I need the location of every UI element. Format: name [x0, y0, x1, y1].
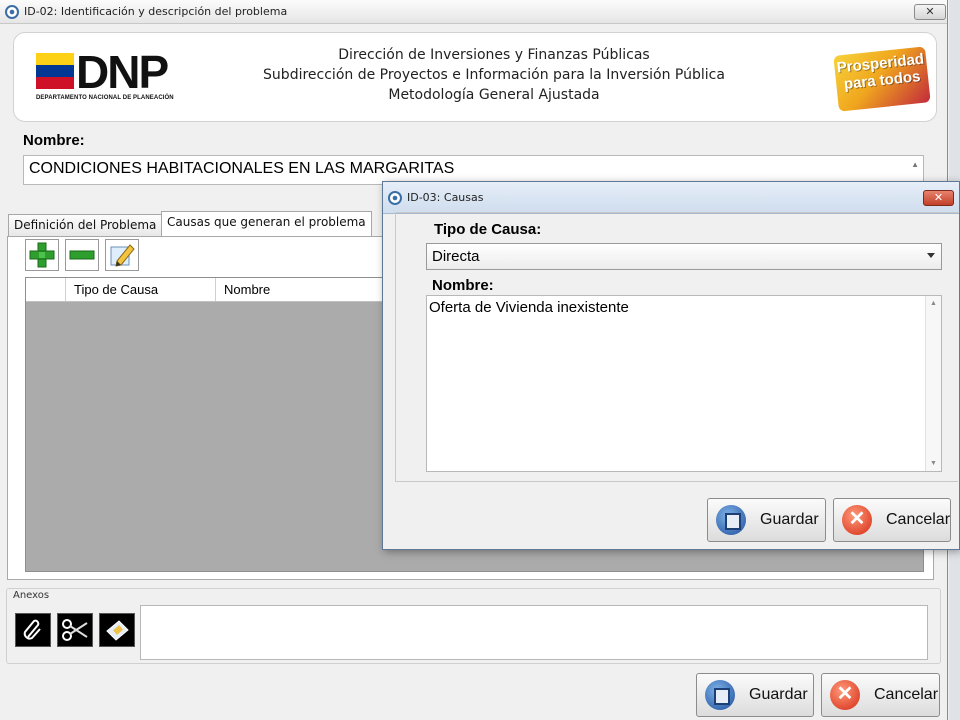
floppy-disk-icon	[716, 505, 746, 535]
grid-column-nombre[interactable]: Nombre	[216, 278, 386, 301]
dnp-logo-text: DNP	[76, 46, 169, 98]
anexos-label: Anexos	[13, 590, 50, 601]
flag-blue-stripe	[36, 65, 74, 77]
grid-column-tipo[interactable]: Tipo de Causa	[66, 278, 216, 301]
view-attachment-button[interactable]	[99, 613, 135, 647]
tipo-causa-select[interactable]: Directa	[426, 243, 942, 270]
banner-line-2: Subdirección de Proyectos e Información …	[263, 67, 725, 83]
app-icon	[5, 4, 19, 19]
scroll-up-icon[interactable]: ▲	[930, 300, 937, 307]
dialog-nombre-textarea[interactable]: Oferta de Vivienda inexistente ▲ ▼	[426, 295, 942, 472]
dialog-app-icon	[388, 190, 402, 205]
causas-dialog: ID-03: Causas ✕ Tipo de Causa: Directa N…	[382, 181, 960, 550]
scissors-icon	[62, 619, 88, 641]
main-window-title: ID-02: Identificación y descripción del …	[24, 5, 288, 18]
plus-icon	[29, 242, 55, 268]
paperclip-icon	[23, 619, 41, 640]
add-cause-button[interactable]	[25, 239, 59, 271]
dnp-logo-subtext: DEPARTAMENTO NACIONAL DE PLANEACIÓN	[36, 95, 174, 101]
banner-line-1: Dirección de Inversiones y Finanzas Públ…	[338, 47, 650, 63]
cut-attachment-button[interactable]	[57, 613, 93, 647]
cancel-x-icon: ✕	[830, 680, 860, 710]
attach-file-button[interactable]	[15, 613, 51, 647]
anexos-group: Anexos	[6, 588, 941, 664]
dialog-nombre-value: Oferta de Vivienda inexistente	[429, 299, 629, 316]
nombre-value: CONDICIONES HABITACIONALES EN LAS MARGAR…	[29, 160, 455, 177]
remove-cause-button[interactable]	[65, 239, 99, 271]
main-cancel-button[interactable]: ✕ Cancelar	[821, 673, 940, 717]
main-save-label: Guardar	[749, 686, 808, 703]
tipo-causa-label: Tipo de Causa:	[434, 221, 542, 238]
dialog-form: Tipo de Causa: Directa Nombre: Oferta de…	[395, 212, 958, 482]
tab-definicion[interactable]: Definición del Problema	[8, 214, 163, 236]
dialog-titlebar: ID-03: Causas ✕	[383, 182, 959, 214]
dialog-cancel-button[interactable]: ✕ Cancelar	[833, 498, 951, 542]
flag-yellow-stripe	[36, 53, 74, 65]
main-save-button[interactable]: Guardar	[696, 673, 814, 717]
edit-icon	[110, 244, 135, 267]
colombia-flag-icon	[36, 53, 74, 89]
anexos-list[interactable]	[140, 605, 928, 660]
dialog-nombre-label: Nombre:	[432, 277, 494, 294]
scroll-up-icon[interactable]: ▲	[911, 160, 919, 169]
grid-row-header-cell	[26, 278, 66, 301]
banner-heading: Dirección de Inversiones y Finanzas Públ…	[244, 45, 744, 105]
dialog-close-button[interactable]: ✕	[923, 190, 954, 206]
tab-causas[interactable]: Causas que generan el problema	[161, 211, 372, 236]
main-close-button[interactable]: ✕	[914, 4, 946, 20]
chevron-down-icon	[927, 253, 935, 258]
prosperidad-logo: Prosperidad para todos	[833, 46, 931, 112]
nombre-label: Nombre:	[23, 132, 85, 149]
banner-line-3: Metodología General Ajustada	[388, 87, 600, 103]
cancel-x-icon: ✕	[842, 505, 872, 535]
floppy-disk-icon	[705, 680, 735, 710]
tipo-causa-value: Directa	[432, 248, 480, 265]
minus-icon	[69, 250, 95, 260]
flag-red-stripe	[36, 77, 74, 89]
edit-cause-button[interactable]	[105, 239, 139, 271]
header-banner: DNP DEPARTAMENTO NACIONAL DE PLANEACIÓN …	[13, 32, 937, 122]
scroll-down-icon[interactable]: ▼	[930, 460, 937, 467]
main-cancel-label: Cancelar	[874, 686, 939, 703]
dialog-save-label: Guardar	[760, 511, 819, 528]
textarea-scrollbar[interactable]: ▲ ▼	[925, 296, 941, 471]
attachment-view-icon	[106, 620, 129, 641]
dialog-cancel-label: Cancelar	[886, 511, 951, 528]
main-titlebar: ID-02: Identificación y descripción del …	[0, 0, 947, 24]
dialog-title: ID-03: Causas	[407, 191, 484, 204]
dialog-save-button[interactable]: Guardar	[707, 498, 826, 542]
